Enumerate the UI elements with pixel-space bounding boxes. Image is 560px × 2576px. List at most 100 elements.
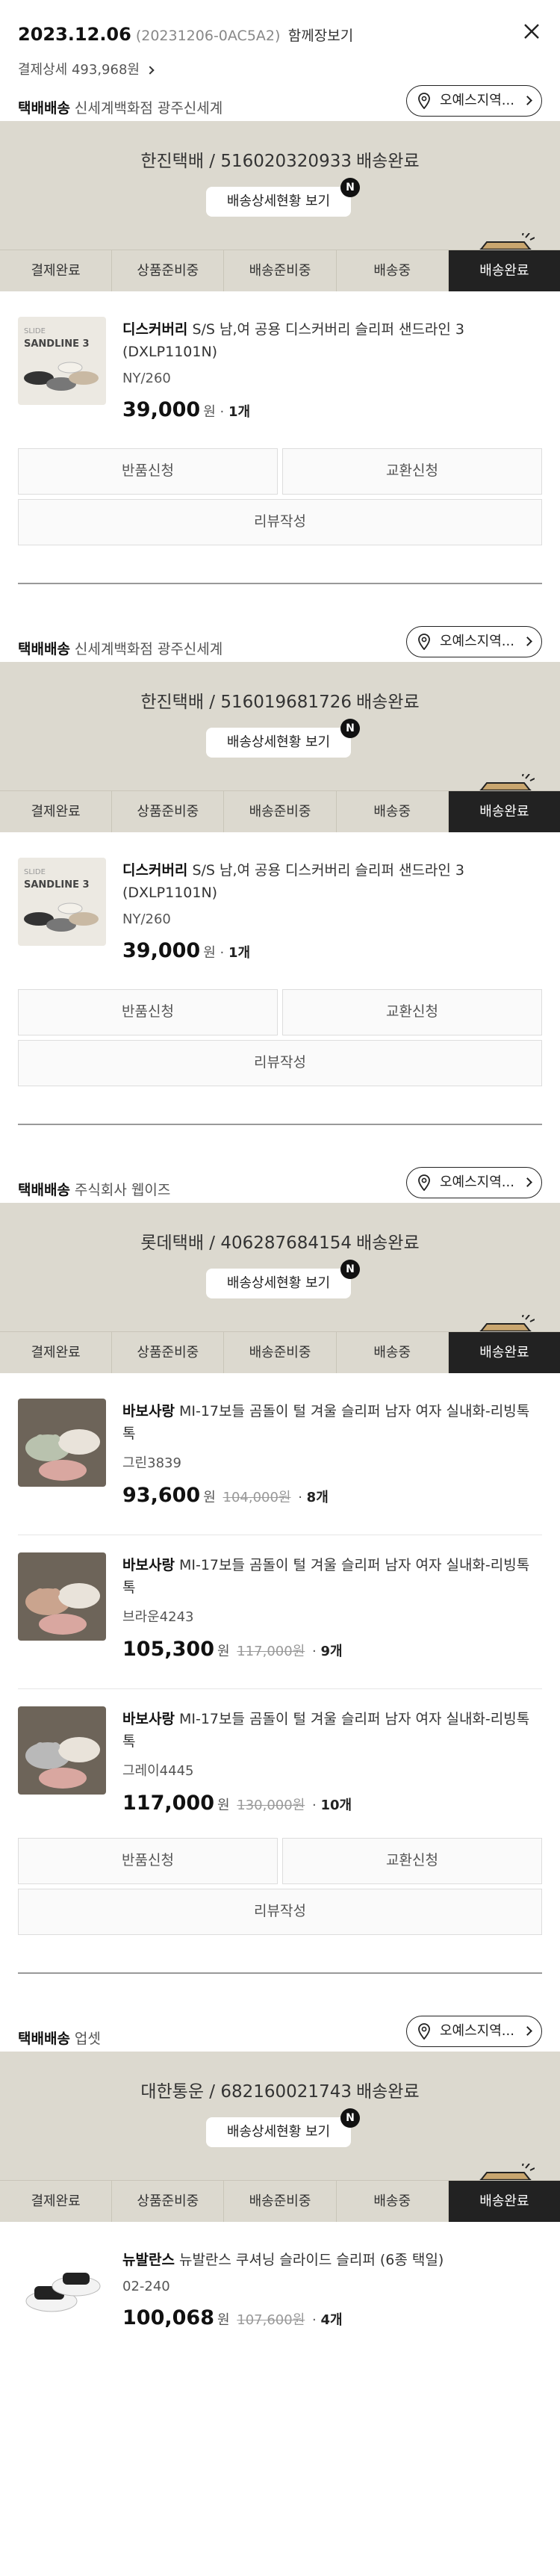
product-brand: 바보사랑 xyxy=(122,1557,175,1573)
chevron-right-icon xyxy=(523,1177,532,1187)
order-item[interactable]: 뉴발란스 뉴발란스 쿠셔닝 슬라이드 슬리퍼 (6종 택일) 02-240 100,… xyxy=(18,2247,542,2359)
original-price: 117,000원 xyxy=(237,1644,305,1659)
order-item[interactable]: 바보사랑 MI-17보들 곰돌이 털 겨울 슬리퍼 남자 여자 실내화-리빙톡톡… xyxy=(18,1706,542,1818)
tracking-detail-button[interactable]: 배송상세현황 보기 N xyxy=(206,2108,360,2147)
store-button-label: 오예스지역... xyxy=(440,93,514,108)
product-option: 그레이4445 xyxy=(122,1763,194,1779)
quantity-value: 10개 xyxy=(320,1798,352,1813)
order-id: (20231206-0AC5A2) xyxy=(135,28,281,44)
product-image[interactable]: SLIDE SANDLINE 3 xyxy=(18,858,106,946)
step-4: 배송중 xyxy=(337,2181,449,2222)
close-icon[interactable] xyxy=(523,22,541,40)
review-button[interactable]: 리뷰작성 xyxy=(18,499,542,545)
return-button[interactable]: 반품신청 xyxy=(18,1838,278,1884)
section-divider xyxy=(18,583,542,584)
step-3: 배송준비중 xyxy=(224,791,337,832)
svg-text:SLIDE: SLIDE xyxy=(24,327,46,335)
product-image[interactable] xyxy=(18,1706,106,1795)
product-name[interactable]: 바보사랑 MI-17보들 곰돌이 털 겨울 슬리퍼 남자 여자 실내화-리빙톡톡 xyxy=(122,1554,542,1599)
tracking-detail-label: 배송상세현황 보기 xyxy=(226,2124,331,2140)
delivery-status: 배송완료 xyxy=(355,693,420,712)
quantity-value: 4개 xyxy=(320,2312,343,2328)
exchange-button[interactable]: 교환신청 xyxy=(282,989,542,1035)
step-1: 결제완료 xyxy=(0,250,113,291)
product-name[interactable]: 바보사랑 MI-17보들 곰돌이 털 겨울 슬리퍼 남자 여자 실내화-리빙톡톡 xyxy=(122,1708,542,1753)
tracking-detail-label: 배송상세현황 보기 xyxy=(226,193,331,209)
product-name[interactable]: 디스커버리 S/S 남,여 공용 디스커버리 슬리퍼 샌드라인 3 (DXLP1… xyxy=(122,318,542,363)
step-1: 결제완료 xyxy=(0,1332,113,1373)
order-item[interactable]: 바보사랑 MI-17보들 곰돌이 털 겨울 슬리퍼 남자 여자 실내화-리빙톡톡… xyxy=(18,1399,542,1511)
action-row: 반품신청 교환신청 xyxy=(18,989,542,1035)
return-button[interactable]: 반품신청 xyxy=(18,989,278,1035)
store-button-label: 오예스지역... xyxy=(440,634,514,649)
step-4: 배송중 xyxy=(337,791,449,832)
product-image[interactable] xyxy=(18,1399,106,1487)
delivery-steps: 결제완료 상품준비중 배송준비중 배송중 배송완료 xyxy=(0,1331,560,1373)
store-button-label: 오예스지역... xyxy=(440,1174,514,1190)
seller-name: 업셋 xyxy=(74,2031,101,2047)
product-price-line: 93,600 원 104,000원 · 8개 xyxy=(122,1484,542,1507)
action-row: 반품신청 교환신청 xyxy=(18,1838,542,1884)
product-price-line: 39,000 원 · 1개 xyxy=(122,939,542,962)
payment-detail-link[interactable]: 결제상세 493,968원 xyxy=(0,60,560,81)
product-quantity: · 1개 xyxy=(220,945,251,961)
order-item[interactable]: SLIDE SANDLINE 3 디스커버리 S/S 남,여 공용 디스커버리 슬리… xyxy=(18,858,542,970)
store-button[interactable]: 오예스지역... xyxy=(406,1167,542,1198)
seller-name: 신세계백화점 광주신세계 xyxy=(74,641,223,657)
product-option: 그린3839 xyxy=(122,1455,181,1471)
product-option: NY/260 xyxy=(122,911,171,927)
tracking-detail-button[interactable]: 배송상세현황 보기 N xyxy=(206,178,360,217)
store-button[interactable]: 오예스지역... xyxy=(406,626,542,657)
product-image[interactable] xyxy=(18,1552,106,1641)
product-price: 105,300 xyxy=(122,1638,214,1661)
order-date: 2023.12.06 xyxy=(18,24,131,45)
order-item[interactable]: 바보사랑 MI-17보들 곰돌이 털 겨울 슬리퍼 남자 여자 실내화-리빙톡톡… xyxy=(18,1552,542,1665)
product-name[interactable]: 뉴발란스 뉴발란스 쿠셔닝 슬라이드 슬리퍼 (6종 택일) xyxy=(122,2249,542,2271)
step-4: 배송중 xyxy=(337,1332,449,1373)
product-option: 브라운4243 xyxy=(122,1609,194,1625)
order-item[interactable]: SLIDE SANDLINE 3 디스커버리 S/S 남,여 공용 디스커버리 슬리… xyxy=(18,317,542,429)
tracking-detail-button[interactable]: 배송상세현황 보기 N xyxy=(206,1260,360,1298)
delivery-steps: 결제완료 상품준비중 배송준비중 배송중 배송완료 xyxy=(0,250,560,291)
price-unit: 원 xyxy=(217,1644,230,1659)
exchange-button[interactable]: 교환신청 xyxy=(282,1838,542,1884)
quantity-value: 9개 xyxy=(320,1644,343,1659)
product-info: 바보사랑 MI-17보들 곰돌이 털 겨울 슬리퍼 남자 여자 실내화-리빙톡톡… xyxy=(122,1554,542,1661)
step-5: 배송완료 xyxy=(448,2181,560,2222)
review-button[interactable]: 리뷰작성 xyxy=(18,1889,542,1935)
product-image[interactable] xyxy=(18,2247,106,2335)
quantity-value: 8개 xyxy=(306,1490,329,1505)
product-image[interactable]: SLIDE SANDLINE 3 xyxy=(18,317,106,405)
product-option: NY/260 xyxy=(122,371,171,386)
step-5: 배송완료 xyxy=(448,791,560,832)
courier-tracking-number: 롯데택배 / 406287684154 xyxy=(140,1233,352,1253)
order-header: 2023.12.06 (20231206-0AC5A2) 함께장보기 xyxy=(0,0,560,60)
product-price-line: 39,000 원 · 1개 xyxy=(122,398,542,421)
product-price: 39,000 xyxy=(122,398,201,421)
product-option: 02-240 xyxy=(122,2279,170,2294)
map-pin-icon xyxy=(418,2023,430,2040)
product-brand: 바보사랑 xyxy=(122,1711,175,1727)
review-button[interactable]: 리뷰작성 xyxy=(18,1040,542,1086)
product-name[interactable]: 디스커버리 S/S 남,여 공용 디스커버리 슬리퍼 샌드라인 3 (DXLP1… xyxy=(122,859,542,904)
chevron-right-icon xyxy=(523,96,532,105)
courier-line: 대한통운 / 682160021743 배송완료 xyxy=(0,2077,560,2102)
map-pin-icon xyxy=(418,1174,430,1191)
svg-text:SLIDE: SLIDE xyxy=(24,868,46,876)
return-button[interactable]: 반품신청 xyxy=(18,448,278,495)
product-name[interactable]: 바보사랑 MI-17보들 곰돌이 털 겨울 슬리퍼 남자 여자 실내화-리빙톡톡 xyxy=(122,1400,542,1445)
store-button[interactable]: 오예스지역... xyxy=(406,85,542,117)
exchange-button[interactable]: 교환신청 xyxy=(282,448,542,495)
product-info: 디스커버리 S/S 남,여 공용 디스커버리 슬리퍼 샌드라인 3 (DXLP1… xyxy=(122,318,542,421)
tracking-detail-button[interactable]: 배송상세현황 보기 N xyxy=(206,719,360,758)
store-button[interactable]: 오예스지역... xyxy=(406,2016,542,2047)
price-unit: 원 xyxy=(217,2312,230,2328)
product-price: 117,000 xyxy=(122,1792,214,1815)
step-5: 배송완료 xyxy=(448,250,560,291)
step-5: 배송완료 xyxy=(448,1332,560,1373)
ship-type: 택배배송 xyxy=(18,1182,70,1198)
delivery-steps: 결제완료 상품준비중 배송준비중 배송중 배송완료 xyxy=(0,2180,560,2222)
tracking-detail-label: 배송상세현황 보기 xyxy=(226,1275,331,1291)
courier-tracking-number: 한진택배 / 516019681726 xyxy=(140,693,352,712)
shipping-label: 택배배송 신세계백화점 광주신세계 xyxy=(18,97,223,117)
